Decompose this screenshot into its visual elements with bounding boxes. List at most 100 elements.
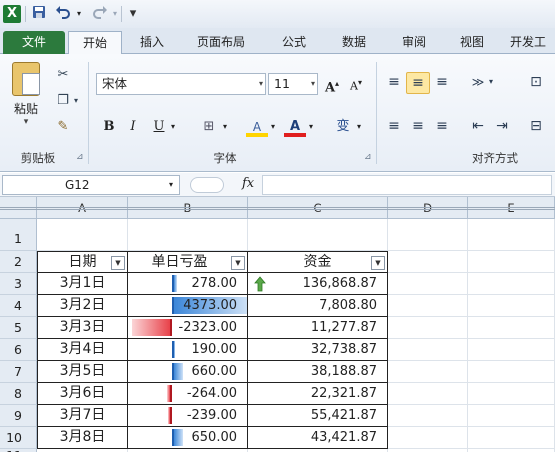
daily-cell[interactable]: 4373.00 [128, 295, 248, 317]
align-left-icon[interactable]: ≡ [382, 116, 406, 138]
date-cell[interactable]: 3月4日 [37, 339, 128, 361]
tab-data[interactable]: 数据 [326, 31, 382, 54]
cell[interactable] [388, 273, 468, 295]
cell[interactable] [468, 273, 555, 295]
cell[interactable] [468, 295, 555, 317]
fund-cell[interactable]: 22,321.87 [248, 383, 388, 405]
daily-cell[interactable]: 278.00 [128, 273, 248, 295]
filter-dropdown-icon[interactable]: ▼ [371, 256, 385, 270]
cell[interactable] [388, 295, 468, 317]
underline-dropdown-icon[interactable]: ▾ [168, 117, 178, 137]
formula-input[interactable] [262, 175, 552, 195]
row-header-10[interactable]: 10 [0, 427, 37, 449]
copy-dropdown-icon[interactable]: ▾ [72, 92, 80, 110]
date-cell[interactable]: 3月1日 [37, 273, 128, 295]
cell[interactable] [388, 251, 468, 273]
cell[interactable] [248, 219, 388, 251]
font-name-combo[interactable]: 宋体 ▾ [96, 73, 266, 95]
daily-cell[interactable]: 190.00 [128, 339, 248, 361]
paste-button[interactable]: 粘贴 ▾ [6, 62, 46, 136]
date-cell[interactable]: 3月3日 [37, 317, 128, 339]
fund-cell[interactable]: 38,188.87 [248, 361, 388, 383]
cell[interactable] [468, 251, 555, 273]
fund-cell[interactable]: 136,868.87 [248, 273, 388, 295]
tab-insert[interactable]: 插入 [128, 31, 176, 54]
phonetic-button[interactable]: 变 [332, 117, 354, 137]
align-center-icon[interactable]: ≡ [406, 116, 430, 138]
daily-cell[interactable]: 660.00 [128, 361, 248, 383]
row-header-7[interactable]: 7 [0, 361, 37, 383]
redo-dropdown-icon[interactable]: ▾ [111, 5, 119, 23]
undo-icon[interactable] [55, 5, 71, 23]
row-header-2[interactable]: 2 [0, 251, 37, 273]
cell[interactable] [468, 405, 555, 427]
date-cell[interactable]: 3月5日 [37, 361, 128, 383]
tab-file[interactable]: 文件 [3, 31, 65, 54]
cell[interactable] [388, 361, 468, 383]
row-header-4[interactable]: 4 [0, 295, 37, 317]
cell[interactable] [388, 317, 468, 339]
font-name-dropdown-icon[interactable]: ▾ [259, 74, 263, 94]
cell[interactable] [128, 219, 248, 251]
save-icon[interactable] [31, 5, 47, 23]
redo-icon[interactable] [92, 5, 108, 23]
row-header-9[interactable]: 9 [0, 405, 37, 427]
tab-developer[interactable]: 开发工 [502, 31, 555, 54]
undo-dropdown-icon[interactable]: ▾ [75, 5, 83, 23]
row-header-3[interactable]: 3 [0, 273, 37, 295]
cell[interactable] [388, 405, 468, 427]
cell[interactable] [388, 339, 468, 361]
row-header-6[interactable]: 6 [0, 339, 37, 361]
cell[interactable] [468, 361, 555, 383]
fund-cell[interactable]: 7,808.80 [248, 295, 388, 317]
font-color-icon[interactable]: A [284, 117, 306, 137]
tab-formulas[interactable]: 公式 [266, 31, 322, 54]
orientation-dropdown-icon[interactable]: ▾ [486, 72, 496, 94]
daily-cell[interactable]: -264.00 [128, 383, 248, 405]
cut-icon[interactable]: ✂ [54, 66, 72, 84]
row-header-1[interactable]: 1 [0, 219, 37, 251]
fund-cell[interactable]: 32,738.87 [248, 339, 388, 361]
cell[interactable] [468, 339, 555, 361]
fill-color-dropdown-icon[interactable]: ▾ [268, 117, 278, 137]
tab-view[interactable]: 视图 [446, 31, 498, 54]
align-top-icon[interactable]: ≡ [382, 72, 406, 94]
date-cell[interactable]: 3月2日 [37, 295, 128, 317]
daily-cell[interactable]: 650.00 [128, 427, 248, 449]
font-color-dropdown-icon[interactable]: ▾ [306, 117, 316, 137]
font-size-combo[interactable]: 11 ▾ [268, 73, 318, 95]
merge-center-icon[interactable]: ⊟ [524, 116, 548, 138]
cell[interactable] [388, 427, 468, 449]
cell[interactable] [388, 219, 468, 251]
bold-button[interactable]: B [100, 117, 118, 137]
align-middle-icon[interactable]: ≡ [406, 72, 430, 94]
cell[interactable] [388, 383, 468, 405]
align-right-icon[interactable]: ≡ [430, 116, 454, 138]
table-header-fund[interactable]: 资金 ▼ [248, 251, 388, 273]
tab-page-layout[interactable]: 页面布局 [180, 31, 262, 54]
increase-indent-icon[interactable]: ⇥ [490, 116, 514, 138]
cell[interactable] [37, 219, 128, 251]
fund-cell[interactable]: 55,421.87 [248, 405, 388, 427]
fill-color-icon[interactable]: A [246, 117, 268, 137]
decrease-indent-icon[interactable]: ⇤ [466, 116, 490, 138]
align-bottom-icon[interactable]: ≡ [430, 72, 454, 94]
italic-button[interactable]: I [124, 117, 142, 137]
fund-cell[interactable]: 11,277.87 [248, 317, 388, 339]
tab-review[interactable]: 审阅 [386, 31, 442, 54]
wrap-text-icon[interactable]: ⊡ [524, 72, 548, 94]
daily-cell[interactable]: -239.00 [128, 405, 248, 427]
clipboard-launcher-icon[interactable]: ⊿ [76, 152, 84, 162]
cell[interactable] [468, 427, 555, 449]
borders-icon[interactable]: ⊞ [198, 117, 220, 137]
cell[interactable] [468, 317, 555, 339]
table-header-date[interactable]: 日期 ▼ [37, 251, 128, 273]
filter-dropdown-icon[interactable]: ▼ [231, 256, 245, 270]
underline-button[interactable]: U [150, 117, 168, 137]
paste-dropdown-icon[interactable]: ▾ [6, 117, 46, 127]
customize-qat-icon[interactable]: ▾ [127, 5, 139, 23]
table-header-daily[interactable]: 单日亏盈 ▼ [128, 251, 248, 273]
fund-cell[interactable]: 43,421.87 [248, 427, 388, 449]
format-painter-icon[interactable]: ✎ [54, 118, 72, 136]
insert-function-button[interactable]: fx [242, 176, 254, 191]
